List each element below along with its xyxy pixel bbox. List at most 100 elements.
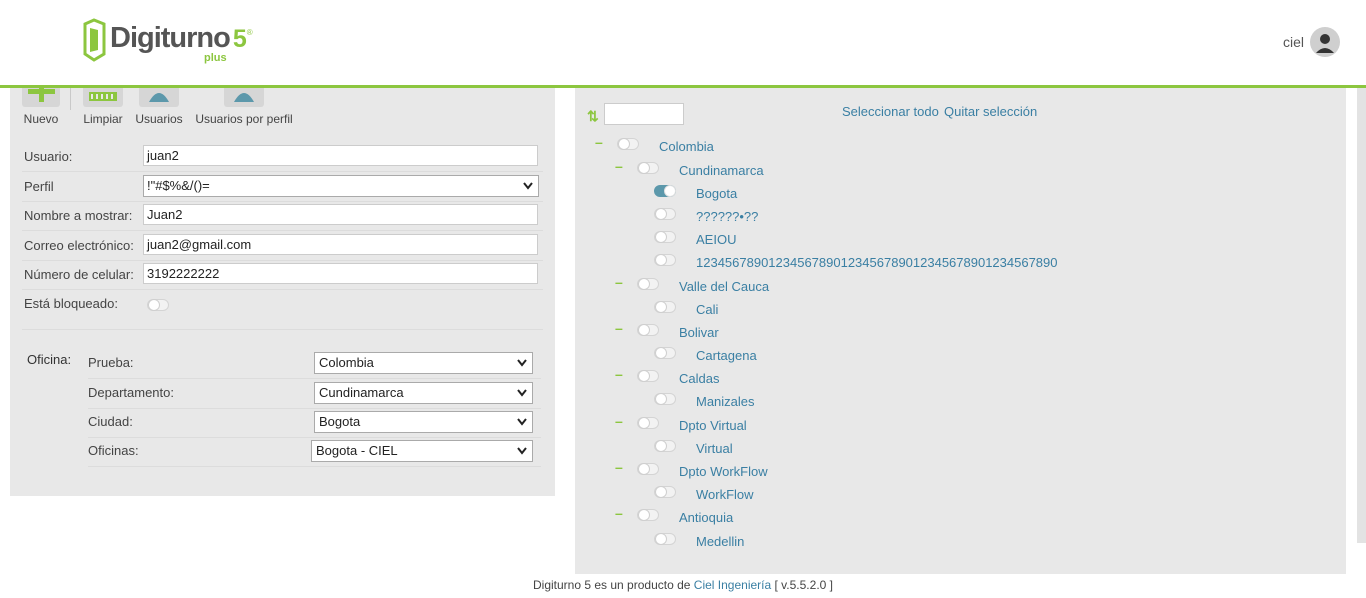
- collapse-icon[interactable]: –: [615, 274, 623, 290]
- tree-node: AEIOU: [575, 229, 1335, 249]
- correo-input[interactable]: juan2@gmail.com: [143, 234, 538, 255]
- tree-node-label[interactable]: ??????•??: [696, 209, 758, 224]
- tree-node-toggle[interactable]: [637, 509, 659, 521]
- chevron-down-icon: [517, 447, 527, 455]
- tree-node-toggle[interactable]: [637, 417, 659, 429]
- select-all-link[interactable]: Seleccionar todo: [842, 104, 939, 119]
- ciudad-row: Ciudad: Bogota: [88, 408, 541, 438]
- clear-selection-link[interactable]: Quitar selección: [944, 104, 1037, 119]
- tree-node-toggle[interactable]: [654, 393, 676, 405]
- perfil-select[interactable]: !"#$%&/()=: [143, 175, 539, 197]
- ciel-ingenieria-link[interactable]: Ciel Ingeniería: [694, 578, 771, 592]
- collapse-icon[interactable]: –: [615, 505, 623, 521]
- tree-node-label[interactable]: Dpto Virtual: [679, 418, 747, 433]
- tree-node: WorkFlow: [575, 484, 1335, 504]
- collapse-icon[interactable]: –: [615, 158, 623, 174]
- tree-node-toggle[interactable]: [654, 301, 676, 313]
- logo-registered-mark: ®: [246, 28, 253, 37]
- tree-node-toggle[interactable]: [654, 185, 676, 197]
- footer-text: Digiturno 5 es un producto de: [533, 578, 691, 592]
- tree-node-toggle[interactable]: [654, 231, 676, 243]
- usuario-input[interactable]: juan2: [143, 145, 538, 166]
- tree-node-toggle[interactable]: [654, 533, 676, 545]
- tree-node-label[interactable]: Medellin: [696, 534, 744, 549]
- tree-node-toggle[interactable]: [637, 278, 659, 290]
- tree-node-toggle[interactable]: [654, 440, 676, 452]
- celular-label: Número de celular:: [24, 267, 134, 282]
- tree-node-label[interactable]: Caldas: [679, 371, 719, 386]
- clear-button-label: Limpiar: [83, 112, 123, 126]
- tree-node-label[interactable]: Bogota: [696, 186, 737, 201]
- tree-node-label[interactable]: Colombia: [659, 139, 714, 154]
- nombre-row: Nombre a mostrar: Juan2: [22, 201, 543, 231]
- collapse-icon[interactable]: –: [595, 134, 603, 150]
- collapse-icon[interactable]: –: [615, 320, 623, 336]
- sort-icon[interactable]: ⇅: [587, 108, 599, 125]
- tree-node-label[interactable]: Virtual: [696, 441, 733, 456]
- tree-node: Virtual: [575, 438, 1335, 458]
- bloqueado-label: Está bloqueado:: [24, 296, 118, 311]
- tree-node-toggle[interactable]: [654, 347, 676, 359]
- oficina-label: Oficina:: [27, 352, 72, 367]
- tree-node-toggle[interactable]: [637, 463, 659, 475]
- tree-node-label[interactable]: Cartagena: [696, 348, 757, 363]
- user-avatar-icon[interactable]: [1310, 27, 1340, 57]
- nombre-input[interactable]: Juan2: [143, 204, 538, 225]
- tree-node: 1234567890123456789012345678901234567890…: [575, 252, 1335, 272]
- tree-node-toggle[interactable]: [617, 138, 639, 150]
- tree-node-toggle[interactable]: [654, 254, 676, 266]
- ciudad-select-value: Bogota: [319, 414, 361, 429]
- tree-node-toggle[interactable]: [637, 324, 659, 336]
- digiturno-logo[interactable]: Digiturno 5 ® plus: [82, 18, 253, 64]
- prueba-select[interactable]: Colombia: [314, 352, 533, 374]
- tree-node-label[interactable]: Dpto WorkFlow: [679, 464, 768, 479]
- tree-node: Bogota: [575, 183, 1335, 203]
- tree-node: – Dpto Virtual: [575, 413, 1335, 435]
- perfil-row: Perfil !"#$%&/()=: [22, 172, 543, 202]
- usuario-row: Usuario: juan2: [22, 142, 543, 172]
- ciudad-select[interactable]: Bogota: [314, 411, 533, 433]
- users-button-label: Usuarios: [135, 112, 183, 126]
- prueba-row: Prueba: Colombia: [88, 349, 541, 379]
- user-menu[interactable]: ciel: [1283, 27, 1340, 57]
- chevron-down-icon: [523, 182, 533, 190]
- tree-node: – Dpto WorkFlow: [575, 459, 1335, 481]
- tree-node: – Caldas: [575, 366, 1335, 388]
- tree-node-toggle[interactable]: [637, 162, 659, 174]
- perfil-select-value: !"#$%&/()=: [147, 178, 210, 193]
- bloqueado-toggle[interactable]: [147, 299, 169, 311]
- collapse-icon[interactable]: –: [615, 413, 623, 429]
- collapse-icon[interactable]: –: [615, 459, 623, 475]
- oficinas-select[interactable]: Bogota - CIEL: [311, 440, 533, 462]
- tree-node-label[interactable]: Cundinamarca: [679, 163, 764, 178]
- tree-node-label[interactable]: Cali: [696, 302, 718, 317]
- tree-node-label[interactable]: WorkFlow: [696, 487, 754, 502]
- tree-node-label[interactable]: AEIOU: [696, 232, 736, 247]
- tree-node-label[interactable]: Valle del Cauca: [679, 279, 769, 294]
- tree-node-toggle[interactable]: [654, 486, 676, 498]
- chevron-down-icon: [517, 359, 527, 367]
- tree-node-toggle[interactable]: [637, 370, 659, 382]
- tree-node-label[interactable]: Bolivar: [679, 325, 719, 340]
- celular-input[interactable]: 3192222222: [143, 263, 538, 284]
- usuario-label: Usuario:: [24, 149, 73, 164]
- office-tree-panel: ⇅ Seleccionar todo Quitar selección – Col…: [575, 80, 1346, 574]
- departamento-select[interactable]: Cundinamarca: [314, 382, 533, 404]
- tree-node: – Valle del Cauca: [575, 274, 1335, 296]
- tree-filter-input[interactable]: [604, 103, 684, 125]
- oficinas-label: Oficinas:: [88, 443, 139, 458]
- tree-node-label[interactable]: Antioquia: [679, 510, 733, 525]
- page-scrollbar[interactable]: [1357, 85, 1366, 543]
- tree-node-toggle[interactable]: [654, 208, 676, 220]
- user-name[interactable]: ciel: [1283, 34, 1304, 50]
- oficinas-row: Oficinas: Bogota - CIEL: [88, 437, 541, 467]
- tree-node: Manizales: [575, 391, 1335, 411]
- app-header: Digiturno 5 ® plus ciel: [0, 0, 1366, 88]
- oficinas-select-value: Bogota - CIEL: [316, 443, 398, 458]
- bloqueado-row: Está bloqueado:: [22, 289, 543, 330]
- logo-edition: plus: [204, 52, 227, 64]
- departamento-row: Departamento: Cundinamarca: [88, 379, 541, 409]
- collapse-icon[interactable]: –: [615, 366, 623, 382]
- tree-node-label[interactable]: 1234567890123456789012345678901234567890…: [696, 255, 1058, 270]
- tree-node-label[interactable]: Manizales: [696, 394, 755, 409]
